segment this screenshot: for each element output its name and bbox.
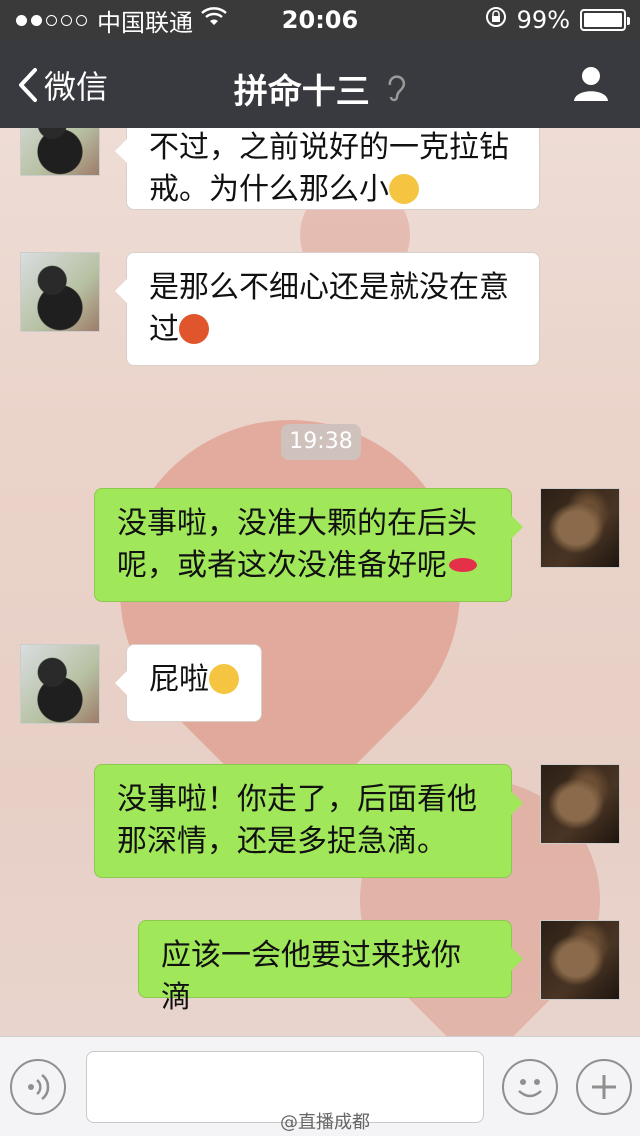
message-text: 过 xyxy=(149,312,179,347)
navigation-bar: 微信 拼命十三 xyxy=(0,40,640,128)
chat-title: 拼命十三 xyxy=(0,64,640,113)
lips-emoji xyxy=(447,550,479,580)
status-bar: 中国联通 20:06 99% xyxy=(0,0,640,40)
avatar[interactable] xyxy=(20,128,100,176)
chat-area[interactable]: 不过，之前说好的一克拉钻 戒。为什么那么小 是那么不细心还是就没在意 过 19:… xyxy=(0,128,640,1036)
avatar[interactable] xyxy=(540,920,620,1000)
angry-emoji xyxy=(179,314,209,344)
message-bubble[interactable]: 是那么不细心还是就没在意 过 xyxy=(115,252,540,366)
message-text: 那深情，还是多捉急滴。 xyxy=(117,824,447,859)
message-text: 应该一会他要过来找你滴 xyxy=(161,938,461,1015)
ear-icon xyxy=(376,75,406,111)
chat-title-text: 拼命十三 xyxy=(233,72,370,112)
message-text: 戒。为什么那么小 xyxy=(149,172,389,207)
message-bubble[interactable]: 屁啦 xyxy=(115,644,262,722)
battery-percent: 99% xyxy=(516,6,570,34)
message-text: 没事啦，没准大颗的在后头 xyxy=(117,506,477,541)
profile-icon[interactable] xyxy=(572,64,610,106)
emoji-icon[interactable] xyxy=(502,1059,558,1115)
laugh-emoji xyxy=(209,664,239,694)
message-bubble[interactable]: 应该一会他要过来找你滴 xyxy=(138,920,523,1015)
plus-icon[interactable] xyxy=(576,1059,632,1115)
embarrassed-emoji xyxy=(389,174,419,204)
avatar[interactable] xyxy=(540,488,620,568)
message-text: 没事啦！你走了，后面看他 xyxy=(117,782,477,817)
avatar[interactable] xyxy=(540,764,620,844)
voice-icon[interactable] xyxy=(10,1059,66,1115)
message-text: 呢，或者这次没准备好呢 xyxy=(117,548,447,583)
message-text: 是那么不细心还是就没在意 xyxy=(149,270,509,305)
message-bubble[interactable]: 没事啦！你走了，后面看他 那深情，还是多捉急滴。 xyxy=(94,764,523,878)
watermark: @直播成都 xyxy=(280,1112,370,1133)
timestamp: 19:38 xyxy=(281,424,361,460)
message-text: 不过，之前说好的一克拉钻 xyxy=(149,130,509,165)
rotation-lock-icon xyxy=(485,6,507,34)
battery-icon xyxy=(580,9,630,31)
avatar[interactable] xyxy=(20,252,100,332)
message-bubble[interactable]: 不过，之前说好的一克拉钻 戒。为什么那么小 xyxy=(115,128,540,210)
avatar[interactable] xyxy=(20,644,100,724)
message-bubble[interactable]: 没事啦，没准大颗的在后头 呢，或者这次没准备好呢 xyxy=(94,488,523,602)
message-text: 屁啦 xyxy=(149,662,209,697)
